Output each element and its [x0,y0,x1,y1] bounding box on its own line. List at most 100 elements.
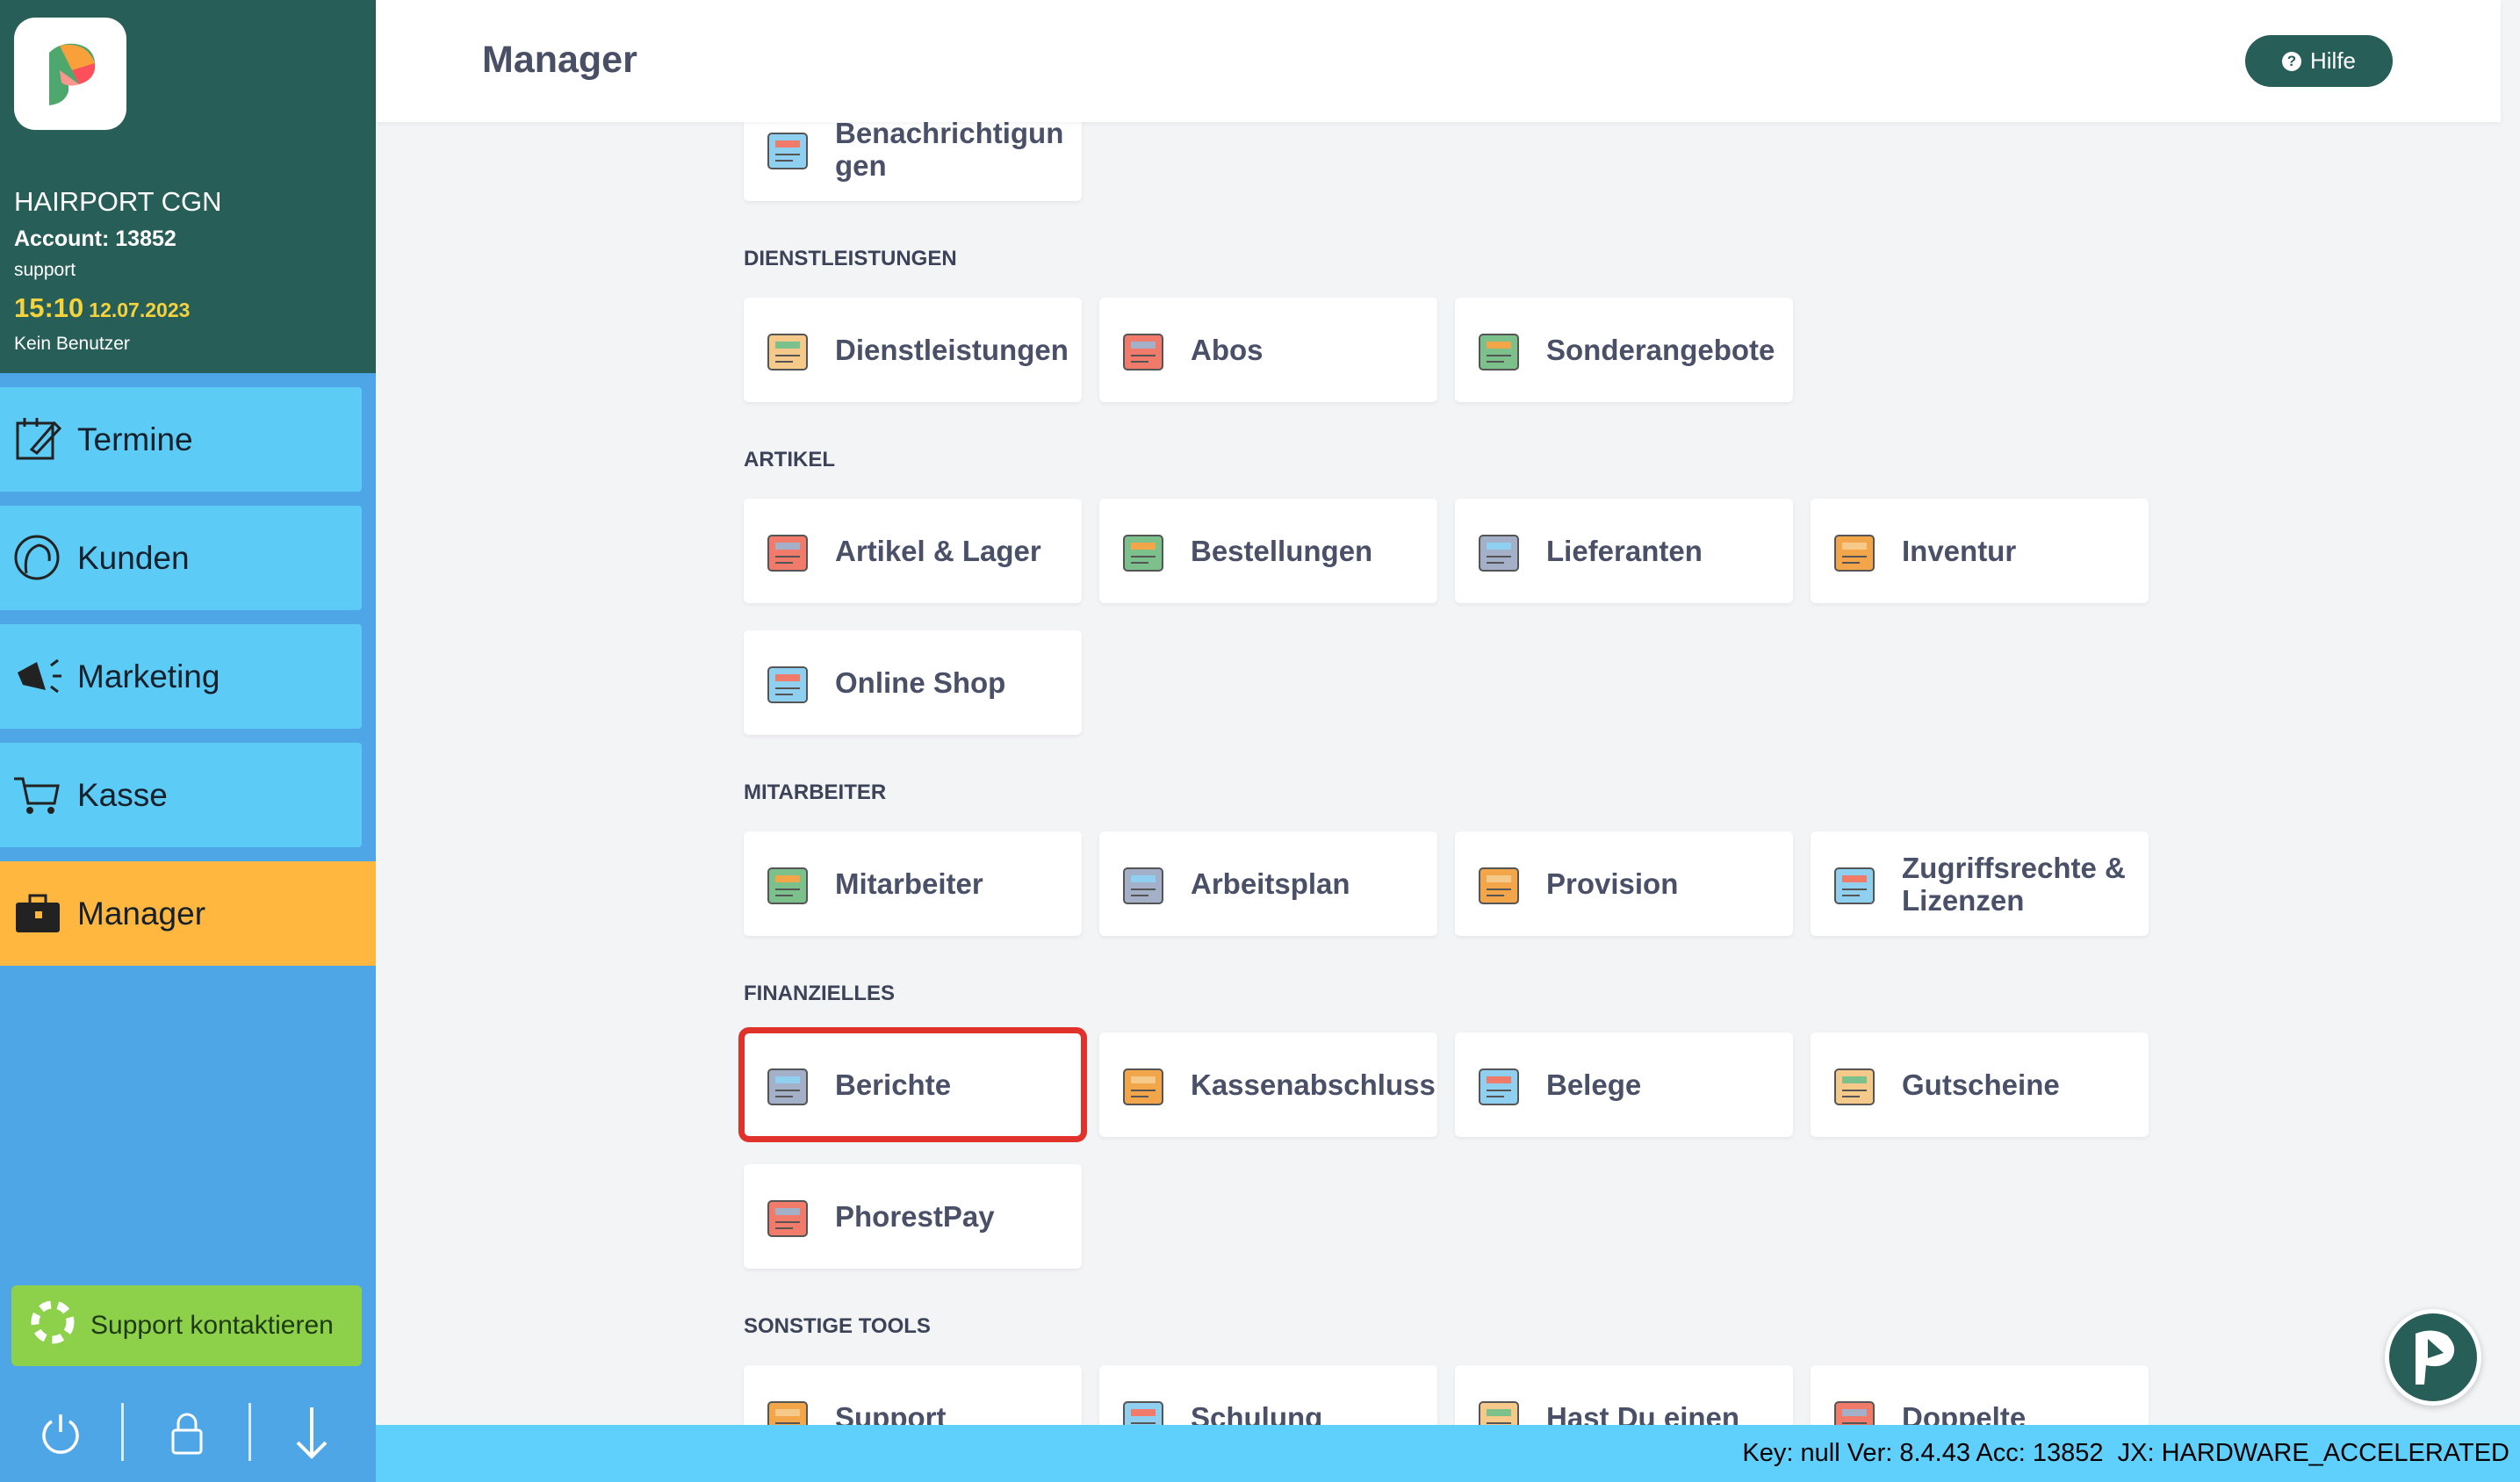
tile-label: Artikel & Lager [835,535,1041,567]
phorest-assistant-button[interactable] [2385,1309,2481,1406]
tile-sonderangebote[interactable]: Sonderangebote [1455,298,1793,402]
tile-mitarbeiter[interactable]: Mitarbeiter [744,831,1082,936]
card-terminal-icon [767,1199,808,1237]
tile-support[interactable]: Support [744,1365,1082,1425]
sidebar-item-marketing[interactable]: Marketing [0,624,362,729]
sidebar-item-kasse[interactable]: Kasse [0,743,362,847]
products-icon [767,534,808,572]
tile-label: Doppelte [1902,1401,2027,1425]
section-label: FINANZIELLES [744,982,895,1005]
tile-phorestpay[interactable]: PhorestPay [744,1164,1082,1269]
compass-icon [767,333,808,370]
tile-doppelte[interactable]: Doppelte [1811,1365,2149,1425]
lifebuoy-icon [31,1300,75,1351]
checklist-icon [1123,333,1163,370]
current-employee: Kein Benutzer [14,334,130,354]
sidebar-item-manager[interactable]: Manager [0,861,376,966]
graduation-cap-icon [1123,1400,1163,1425]
help-label: Hilfe [2309,47,2356,74]
tile-belege[interactable]: Belege [1455,1032,1793,1137]
receipt-icon [1479,1068,1519,1105]
tile-artikel-lager[interactable]: Artikel & Lager [744,499,1082,603]
tile-zugriffsrechte-lizenzen[interactable]: Zugriffsrechte & Lizenzen [1811,831,2149,936]
calendar-grid-icon [1123,867,1163,904]
card-row: Berichte Kassenabschluss Belege Gutscheine P… [738,1027,2166,1269]
tile-label: Berichte [835,1068,952,1101]
support-contact-button[interactable]: Support kontaktieren [11,1285,362,1366]
megaphone-icon [11,650,65,704]
page-header: Manager ? Hilfe [376,0,2501,122]
login-user: support [14,260,76,280]
tile-bestellungen[interactable]: Bestellungen [1099,499,1437,603]
section-label: MITARBEITER [744,781,887,804]
tile-label: Benachrichtigun gen [835,116,1064,182]
nav-label: Marketing [77,658,220,694]
tile-label: Belege [1546,1068,1642,1101]
account-number: Account: 13852 [14,227,176,251]
cash-register-icon [1123,1068,1163,1105]
lock-icon[interactable] [156,1405,218,1461]
padlock-dial-icon [1834,867,1875,904]
tile-label: Provision [1546,867,1679,900]
calendar-edit-icon [11,413,65,467]
section-label: SONSTIGE TOOLS [744,1314,931,1338]
tile-label: Support [835,1401,947,1425]
card-row: Support Schulung Hast Du einen Doppelte [744,1365,2166,1425]
tile-hast-du-einen[interactable]: Hast Du einen [1455,1365,1793,1425]
cart-icon [11,768,65,823]
tile-label: Bestellungen [1191,535,1373,567]
team-icon [767,867,808,904]
tile-provision[interactable]: Provision [1455,831,1793,936]
card-row: Artikel & Lager Bestellungen Lieferanten In… [744,499,2166,735]
tile-label: Mitarbeiter [835,867,983,900]
section-label: ARTIKEL [744,448,835,471]
gift-voucher-icon [1834,1068,1875,1105]
shopping-bag-icon [767,665,808,703]
account-panel: HAIRPORT CGN Account: 13852 support 15:1… [0,0,376,373]
tile-label: Sonderangebote [1546,334,1775,366]
tile-label: Online Shop [835,666,1006,699]
scrollbar[interactable] [2501,0,2520,1425]
sidebar: HAIRPORT CGN Account: 13852 support 15:1… [0,0,376,1482]
tile-label: PhorestPay [835,1200,995,1233]
support-label: Support kontaktieren [90,1311,334,1340]
tile-label: Inventur [1902,535,2017,567]
bell-icon [767,132,808,169]
section-label: DIENSTLEISTUNGEN [744,247,957,270]
nav-label: Manager [77,895,206,932]
tile-schulung[interactable]: Schulung [1099,1365,1437,1425]
tile-label: Dienstleistungen [835,334,1069,366]
coin-hands-icon [1479,867,1519,904]
tile-gutscheine[interactable]: Gutscheine [1811,1032,2149,1137]
tile-inventur[interactable]: Inventur [1811,499,2149,603]
arrow-down-icon[interactable] [281,1405,342,1461]
tile-label: Arbeitsplan [1191,867,1350,900]
tile-label: Hast Du einen [1546,1401,1740,1425]
shop-name: HAIRPORT CGN [14,186,222,217]
status-bar: Key: null Ver: 8.4.43 Acc: 13852 JX: HAR… [376,1425,2520,1482]
tile-lieferanten[interactable]: Lieferanten [1455,499,1793,603]
divider [248,1403,251,1461]
clock: 15:10 12.07.2023 [14,292,190,324]
price-tag-icon [1479,333,1519,370]
phone-icon [767,1400,808,1425]
tile-kassenabschluss[interactable]: Kassenabschluss [1099,1032,1437,1137]
tile-berichte[interactable]: Berichte [738,1027,1087,1142]
nav-label: Kunden [77,539,190,576]
nav-label: Termine [77,421,193,457]
package-icon [1123,534,1163,572]
tile-abos[interactable]: Abos [1099,298,1437,402]
date: 12.07.2023 [89,299,191,321]
nav-label: Kasse [77,776,168,813]
tile-label: Abos [1191,334,1264,366]
sidebar-item-kunden[interactable]: Kunden [0,506,362,610]
tile-online-shop[interactable]: Online Shop [744,630,1082,735]
help-button[interactable]: ? Hilfe [2245,35,2393,87]
tile-arbeitsplan[interactable]: Arbeitsplan [1099,831,1437,936]
chart-icon [767,1068,808,1105]
tile-dienstleistungen[interactable]: Dienstleistungen [744,298,1082,402]
sidebar-item-termine[interactable]: Termine [0,387,362,492]
power-icon[interactable] [30,1405,91,1461]
tile-label: Schulung [1191,1401,1323,1425]
microphone-icon [1479,1400,1519,1425]
